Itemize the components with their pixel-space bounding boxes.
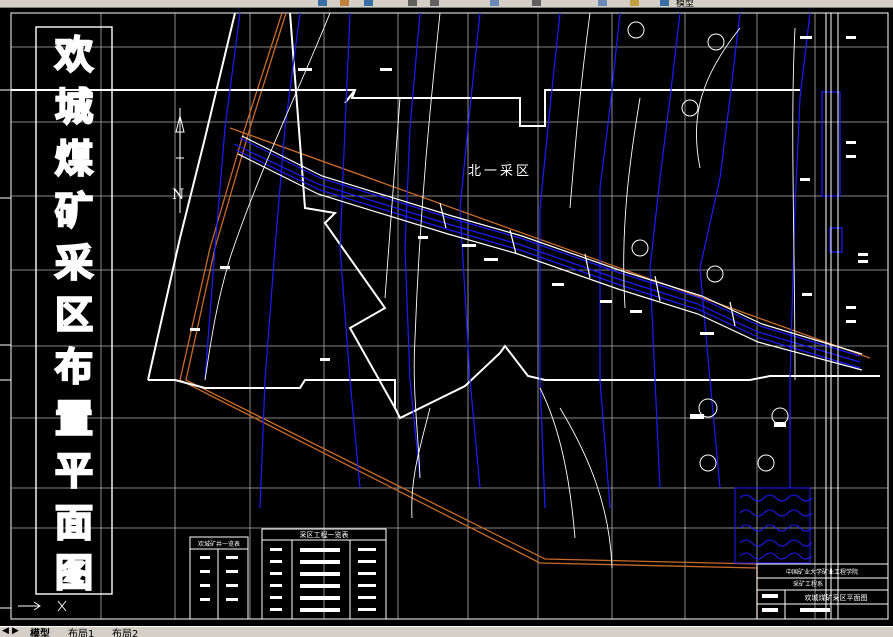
zoom-icon[interactable] — [318, 0, 327, 6]
tab-nav-first-icon[interactable]: ◀ — [2, 627, 9, 636]
table1-title: 欢城矿井一览表 — [198, 540, 240, 548]
title-char: 面 — [55, 501, 93, 545]
title-char: 矿 — [55, 189, 93, 233]
title-char: 布 — [55, 345, 93, 389]
tab-model[interactable]: 模型 — [30, 627, 50, 637]
toolbar-label: 模型 — [676, 0, 695, 8]
vertical-title: 欢 城 煤 矿 采 区 布 置 平 面 图 — [53, 32, 94, 596]
layout-tab-bar: ◀ ▶ 模型 布局1 布局2 — [0, 626, 893, 637]
titleblock-school: 中国矿业大学矿业工程学院 — [786, 568, 858, 576]
area-label: 北一采区 — [468, 164, 532, 179]
text-style-icon[interactable] — [408, 0, 417, 6]
layer-icon[interactable] — [490, 0, 499, 6]
title-char: 区 — [55, 293, 93, 337]
ucs-icon[interactable] — [598, 0, 607, 6]
title-char: 采 — [55, 241, 93, 285]
north-label: N — [172, 187, 184, 203]
drawing-canvas[interactable]: N 北一采区 欢城矿井一览表 采区工程一览表 中国矿业大学矿业工程学院 采矿工程… — [0, 8, 893, 626]
zoom-window-icon[interactable] — [364, 0, 373, 6]
titleblock-name: 欢城煤矿采区平面图 — [805, 593, 868, 602]
tab-nav-prev-icon[interactable]: ▶ — [12, 627, 19, 636]
properties-icon[interactable] — [532, 0, 541, 6]
title-char: 平 — [55, 449, 93, 493]
visual-style-icon[interactable] — [630, 0, 639, 6]
title-char: 图 — [55, 551, 93, 595]
pan-icon[interactable] — [340, 0, 349, 6]
title-char: 欢 — [54, 33, 93, 77]
titleblock-dept: 采矿工程系 — [793, 580, 823, 588]
tab-layout1[interactable]: 布局1 — [68, 627, 94, 637]
dim-style-icon[interactable] — [430, 0, 439, 6]
cad-window: 模型 N 北一采区 欢城矿井一览表 采区工程一览表 中国矿业大学矿业工程学院 采… — [0, 0, 893, 637]
table2-title: 采区工程一览表 — [300, 530, 349, 539]
view-icon[interactable] — [660, 0, 669, 6]
title-char: 城 — [55, 85, 93, 129]
toolbar-strip: 模型 — [0, 0, 893, 8]
title-char: 置 — [55, 397, 93, 441]
tab-layout2[interactable]: 布局2 — [112, 627, 138, 637]
title-char: 煤 — [55, 137, 93, 181]
